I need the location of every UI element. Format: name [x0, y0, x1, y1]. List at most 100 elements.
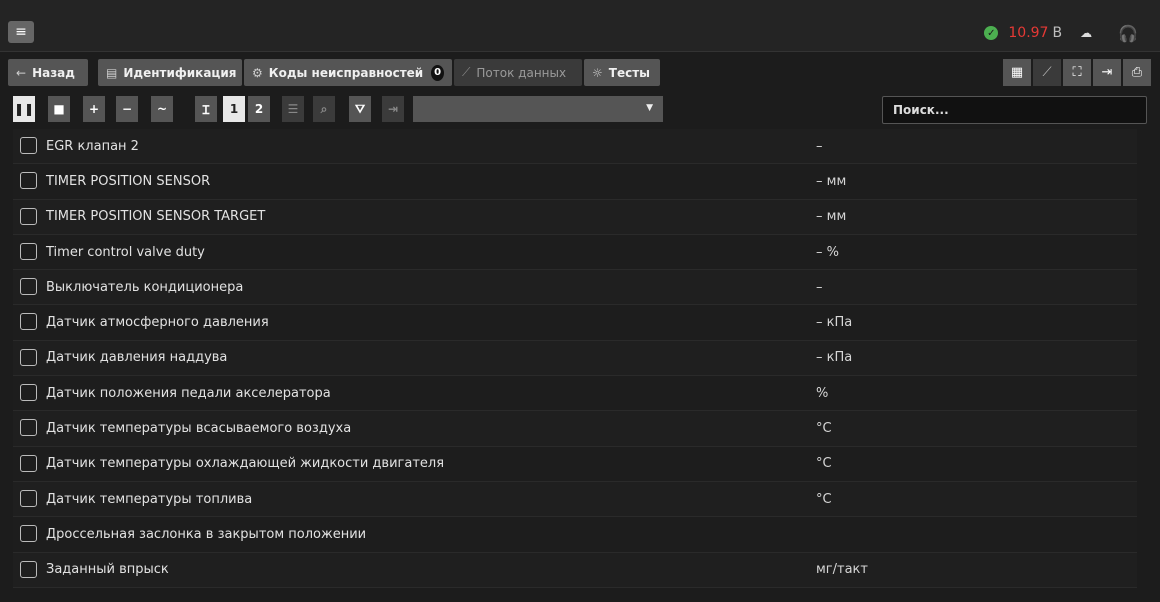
back-button[interactable]: ← Назад	[8, 59, 88, 86]
tab-tests-label: Тесты	[608, 65, 651, 80]
add-button[interactable]: +	[83, 96, 105, 122]
table-row[interactable]: Выключатель кондиционера –	[13, 270, 1137, 306]
param-name: Timer control valve duty	[46, 244, 205, 260]
headset-icon[interactable]: 🎧	[1118, 24, 1138, 43]
param-name: Датчик температуры охлаждающей жидкости …	[46, 456, 445, 472]
bulb-icon: ☼	[592, 65, 603, 80]
export-icon[interactable]: ⇥	[1093, 59, 1121, 86]
tab-tests[interactable]: ☼ Тесты	[584, 59, 660, 86]
param-name: Заданный впрыск	[46, 562, 169, 578]
param-value: мг/такт	[816, 562, 868, 578]
tab-fault-codes[interactable]: ⚙ Коды неисправностей 0	[244, 59, 452, 86]
page-1-button[interactable]: 1	[223, 96, 245, 122]
grid-view-icon[interactable]: ▦	[1003, 59, 1031, 86]
row-checkbox[interactable]	[20, 137, 37, 154]
id-card-icon: ▤	[106, 65, 118, 80]
back-label: Назад	[32, 65, 75, 80]
arrow-left-icon: ←	[16, 65, 27, 80]
list-button[interactable]: ☰	[282, 96, 304, 122]
status-area: ✓ 10.97 В ☁ 🎧	[984, 23, 1138, 43]
param-value: °C	[816, 421, 832, 437]
print-icon[interactable]: ⎙	[1123, 59, 1151, 86]
cloud-upload-icon[interactable]: ☁	[1080, 26, 1092, 40]
row-checkbox[interactable]	[20, 560, 37, 578]
row-checkbox[interactable]	[20, 172, 37, 190]
param-value: %	[816, 385, 829, 401]
tab-data-stream-label: Поток данных	[476, 65, 567, 80]
param-value: – кПа	[816, 350, 853, 366]
page-2-button[interactable]: 2	[248, 96, 270, 122]
pause-icon: ❚❚	[13, 102, 35, 116]
line-chart-icon: ⟋	[462, 65, 471, 79]
param-value: –	[816, 138, 823, 154]
voltage-unit: В	[1052, 25, 1063, 41]
table-row[interactable]: Датчик положения педали акселератора%	[13, 376, 1137, 412]
smooth-button[interactable]: ~	[151, 96, 173, 122]
table-row[interactable]: EGR клапан 2 –	[13, 129, 1137, 165]
table-row[interactable]: Датчик температуры топлива °C	[13, 481, 1137, 518]
filter-clear-icon: ⛛	[354, 101, 366, 116]
text-height-icon: Ɪ	[202, 102, 210, 117]
fault-count-badge: 0	[431, 64, 444, 81]
param-value: – кПа	[816, 315, 853, 331]
table-row[interactable]: Заданный впрыск мг/такт	[13, 552, 1137, 588]
voltage-value: 10.97	[1008, 25, 1049, 41]
next-button[interactable]: ⇥	[382, 96, 404, 122]
page-1-label: 1	[229, 102, 239, 116]
row-checkbox[interactable]	[20, 454, 37, 472]
page-2-label: 2	[254, 102, 264, 116]
params-table: EGR клапан 2– TIMER POSITION SENSOR – мм TI…	[13, 129, 1137, 588]
fullscreen-icon[interactable]: ⛶	[1063, 59, 1091, 86]
search-input[interactable]: Поиск...	[882, 96, 1147, 124]
top-bar: ≡ ✓ 10.97 В ☁ 🎧	[0, 0, 1160, 52]
param-name: TIMER POSITION SENSOR	[46, 173, 211, 189]
param-value: °C	[816, 491, 832, 507]
table-row[interactable]: Датчик температуры охлаждающей жидкости …	[13, 446, 1137, 482]
table-row[interactable]: Датчик температуры всасываемого воздуха °…	[13, 411, 1137, 447]
row-checkbox[interactable]	[20, 525, 37, 543]
minus-icon: −	[121, 102, 133, 116]
table-row[interactable]: Timer control valve duty – %	[13, 234, 1137, 271]
table-row[interactable]: Датчик атмосферного давления – кПа	[13, 305, 1137, 341]
filter-clear-button[interactable]: ⛛	[349, 96, 371, 122]
table-row[interactable]: TIMER POSITION SENSOR – мм	[13, 164, 1137, 200]
row-checkbox[interactable]	[20, 489, 37, 507]
data-toolbar: ❚❚ ■ + − ~ Ɪ 1 2 ☰ ⌕ ⛛ ⇥ ▼ Поиск...	[0, 92, 1160, 128]
table-row[interactable]: Датчик давления наддува – кПа	[13, 340, 1137, 377]
table-row[interactable]: TIMER POSITION SENSOR TARGET – мм	[13, 199, 1137, 235]
param-name: Датчик температуры топлива	[46, 491, 253, 507]
tab-data-stream[interactable]: ⟋ Поток данных	[454, 59, 582, 86]
param-name: Дроссельная заслонка в закрытом положени…	[46, 526, 367, 542]
row-checkbox[interactable]	[20, 242, 37, 260]
param-name: Датчик атмосферного давления	[46, 315, 269, 331]
stop-button[interactable]: ■	[48, 96, 70, 122]
param-name: TIMER POSITION SENSOR TARGET	[46, 209, 266, 225]
param-value: – мм	[816, 173, 847, 189]
row-checkbox[interactable]	[20, 384, 37, 402]
graph-view-icon[interactable]: ⟋	[1033, 59, 1061, 86]
nav-bar: ← Назад ▤ Идентификация ⚙ Коды неисправн…	[0, 53, 1160, 91]
pause-button[interactable]: ❚❚	[13, 96, 35, 122]
param-name: EGR клапан 2	[46, 138, 139, 154]
plus-icon: +	[88, 102, 100, 116]
zoom-reset-button[interactable]: ⌕	[313, 96, 335, 122]
tab-identification[interactable]: ▤ Идентификация	[98, 59, 242, 86]
table-row[interactable]: Дроссельная заслонка в закрытом положени…	[13, 517, 1137, 553]
param-name: Датчик положения педали акселератора	[46, 385, 331, 401]
height-button[interactable]: Ɪ	[195, 96, 217, 122]
hamburger-icon: ≡	[15, 24, 27, 40]
param-value: °C	[816, 456, 832, 472]
row-checkbox[interactable]	[20, 207, 37, 225]
row-checkbox[interactable]	[20, 348, 37, 366]
tab-fault-codes-label: Коды неисправностей	[268, 65, 424, 80]
row-checkbox[interactable]	[20, 313, 37, 331]
tab-identification-label: Идентификация	[123, 65, 237, 80]
menu-button[interactable]: ≡	[8, 21, 34, 43]
stop-icon: ■	[53, 102, 65, 116]
wave-icon: ~	[156, 102, 168, 116]
remove-button[interactable]: −	[116, 96, 138, 122]
row-checkbox[interactable]	[20, 278, 37, 296]
group-select[interactable]: ▼	[413, 96, 663, 122]
connection-ok-icon: ✓	[984, 26, 999, 40]
row-checkbox[interactable]	[20, 419, 37, 437]
